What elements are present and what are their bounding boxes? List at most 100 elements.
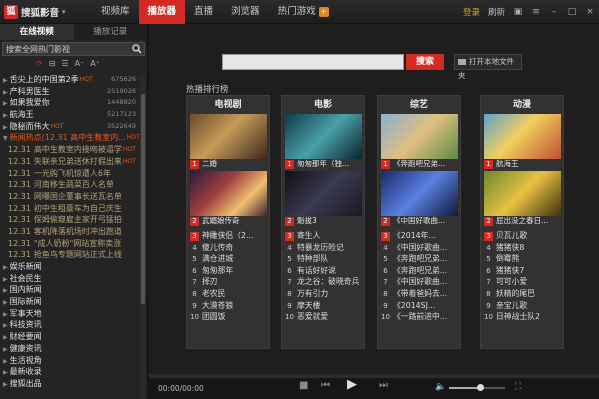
list-item[interactable]: 12.31 高中生教室内接吻被逼学HOT <box>0 144 140 156</box>
list-item[interactable]: ▶ 健康资讯 <box>0 343 140 355</box>
sidebar-scrollbar[interactable] <box>140 74 146 399</box>
tab-live[interactable]: 直播 <box>185 0 222 24</box>
rank-item[interactable]: 7 《中国好歌曲... <box>381 276 460 288</box>
tab-play-history[interactable]: 播放记录 <box>73 24 147 40</box>
rank-item[interactable]: 7 可可小爱 <box>484 276 563 288</box>
tab-hot-games[interactable]: 热门游戏 + <box>269 0 338 24</box>
poster-image[interactable] <box>190 114 267 159</box>
tab-browser[interactable]: 浏览器 <box>222 0 269 24</box>
rank-item[interactable]: 5 《奔跑吧兄弟... <box>381 253 460 265</box>
search-icon[interactable] <box>132 44 142 54</box>
rank-item[interactable]: 10 团圆饭 <box>190 311 269 323</box>
poster-image[interactable] <box>381 171 458 216</box>
list-item[interactable]: ▶ 财经要闻 <box>0 331 140 343</box>
scrollbar-thumb[interactable] <box>141 94 145 304</box>
search-input[interactable] <box>3 43 127 55</box>
list-item[interactable]: 12.31 保姆偷窥雇主家开弓猛拍 <box>0 214 140 226</box>
tab-online-video[interactable]: 在线视频 <box>0 24 74 40</box>
list-item[interactable]: ▶ 国际新闻 <box>0 296 140 308</box>
main-search-input[interactable] <box>222 54 404 70</box>
rank-item[interactable]: 7 择刃 <box>190 276 269 288</box>
font-smaller-icon[interactable]: A⁻ <box>75 59 85 68</box>
list-item[interactable]: ▶ 生活视角 <box>0 355 140 367</box>
rank-item[interactable]: 10 恶爱就爱 <box>285 311 364 323</box>
poster-card[interactable]: 2 武媚娘传奇 <box>190 171 267 226</box>
search-button[interactable]: 搜索 <box>406 54 444 70</box>
rank-item[interactable]: 8 老农民 <box>190 288 269 300</box>
poster-card[interactable]: 1 航海王 <box>484 114 561 169</box>
list-item[interactable]: ▼ 新闻热点(12.31 高中生教室内...HOT <box>0 132 140 144</box>
collapse-icon[interactable]: ⊟ <box>49 59 56 68</box>
app-menu[interactable]: 狐 搜狐影音 ▾ <box>4 4 66 20</box>
poster-card[interactable]: 2 《中国好歌曲... <box>381 171 458 226</box>
tab-video-library[interactable]: 视频库 <box>92 0 139 24</box>
rank-item[interactable]: 4 傻儿传奇 <box>190 242 269 254</box>
list-item[interactable]: ▶ 搜狐出品 <box>0 378 140 390</box>
list-view-icon[interactable]: ☰ <box>61 59 68 68</box>
poster-image[interactable] <box>484 171 561 216</box>
rank-item[interactable]: 9 《2014SJ... <box>381 300 460 312</box>
rank-item[interactable]: 6 有话好好说 <box>285 265 364 277</box>
rank-item[interactable]: 9 大漠苍狼 <box>190 300 269 312</box>
rank-item[interactable]: 9 亲宝儿歌 <box>484 300 563 312</box>
refresh-link[interactable]: 刷新 <box>488 6 505 18</box>
stop-icon[interactable]: ■ <box>299 380 308 391</box>
list-item[interactable]: 12.31 网曝国企董事长送瓦名单 <box>0 191 140 203</box>
list-item[interactable]: 12.31 "成人奶粉"网站宣称卖涨 <box>0 238 140 250</box>
list-item[interactable]: ▶ 社会民生 <box>0 273 140 285</box>
font-larger-icon[interactable]: A⁺ <box>90 59 100 68</box>
close-icon[interactable]: × <box>585 7 595 17</box>
poster-card[interactable]: 1 匆匆那年（独... <box>285 114 362 169</box>
rank-item[interactable]: 6 匆匆那年 <box>190 265 269 277</box>
list-item[interactable]: 12.31 失联亲兄弟送休打假出来HOT <box>0 156 140 168</box>
list-item[interactable]: ▶ 航海王 5217123 <box>0 109 140 121</box>
rank-item[interactable]: 3 贝瓦儿歌 <box>484 230 563 242</box>
volume-icon[interactable]: 🔈 <box>435 382 446 392</box>
list-item[interactable]: ▶ 最新收录 <box>0 366 140 378</box>
rank-item[interactable]: 3 《2014年... <box>381 230 460 242</box>
list-item[interactable]: 12.31 初中生租豪车为自己庆生 <box>0 203 140 215</box>
rank-item[interactable]: 4 猪猪侠8 <box>484 242 563 254</box>
poster-card[interactable]: 1 《奔跑吧兄弟... <box>381 114 458 169</box>
list-item[interactable]: 12.31 客机降落机场时冲出跑道 <box>0 226 140 238</box>
tab-player[interactable]: 播放器 <box>138 0 186 24</box>
list-item[interactable]: 12.31 抢鱼鸟专题网站正式上线 <box>0 249 140 261</box>
previous-icon[interactable]: ⏮ <box>321 380 330 391</box>
list-item[interactable]: 12.31 一元购飞机惊遭人6年 <box>0 168 140 180</box>
rank-item[interactable]: 6 猪猪侠7 <box>484 265 563 277</box>
rank-item[interactable]: 8 万有引力 <box>285 288 364 300</box>
rank-item[interactable]: 4 特暴龙历险记 <box>285 242 364 254</box>
maximize-icon[interactable]: □ <box>567 7 577 17</box>
rank-item[interactable]: 8 《带着爸妈去... <box>381 288 460 300</box>
list-item[interactable]: ▶ 舌尖上的中国第2季HOT 675626 <box>0 74 140 86</box>
poster-card[interactable]: 2 屁出没之春日... <box>484 171 561 226</box>
list-item[interactable]: ▶ 军事天地 <box>0 308 140 320</box>
rank-item[interactable]: 3 寄生人 <box>285 230 364 242</box>
next-icon[interactable]: ⏭ <box>379 380 388 391</box>
rank-item[interactable]: 3 神雕侠侣（2... <box>190 230 269 242</box>
poster-image[interactable] <box>285 171 362 216</box>
list-item[interactable]: 12.31 河南移生蔬菜百人名单 <box>0 179 140 191</box>
list-item[interactable]: ▶ 娱乐新闻 <box>0 261 140 273</box>
poster-card[interactable]: 1 二婚 <box>190 114 267 169</box>
poster-image[interactable] <box>484 114 561 159</box>
rank-item[interactable]: 5 特种部队 <box>285 253 364 265</box>
rank-item[interactable]: 9 摩天楼 <box>285 300 364 312</box>
volume-slider[interactable] <box>449 384 505 391</box>
minimize-icon[interactable]: – <box>549 7 559 17</box>
play-icon[interactable]: ▶ <box>347 377 357 392</box>
list-item[interactable]: ▶ 国内新闻 <box>0 284 140 296</box>
rank-item[interactable]: 4 《中国好歌曲... <box>381 242 460 254</box>
list-item[interactable]: ▶ 产科男医生 2519026 <box>0 86 140 98</box>
list-item[interactable]: ▶ 隐秘而伟大HOT 3522649 <box>0 121 140 133</box>
login-link[interactable]: 登录 <box>463 6 480 18</box>
rank-item[interactable]: 10 《一路前进中... <box>381 311 460 323</box>
rank-item[interactable]: 6 《奔跑吧兄弟... <box>381 265 460 277</box>
rank-item[interactable]: 8 妖精的尾巴 <box>484 288 563 300</box>
progress-bar[interactable] <box>149 375 599 378</box>
rank-item[interactable]: 5 倒霉熊 <box>484 253 563 265</box>
skin-icon[interactable]: ▣ <box>513 7 523 17</box>
open-local-folder-button[interactable]: 打开本地文件夹 <box>454 54 522 80</box>
rank-item[interactable]: 7 龙之谷：破晓奇兵 <box>285 276 364 288</box>
refresh-icon[interactable]: ⟳ <box>36 59 43 68</box>
